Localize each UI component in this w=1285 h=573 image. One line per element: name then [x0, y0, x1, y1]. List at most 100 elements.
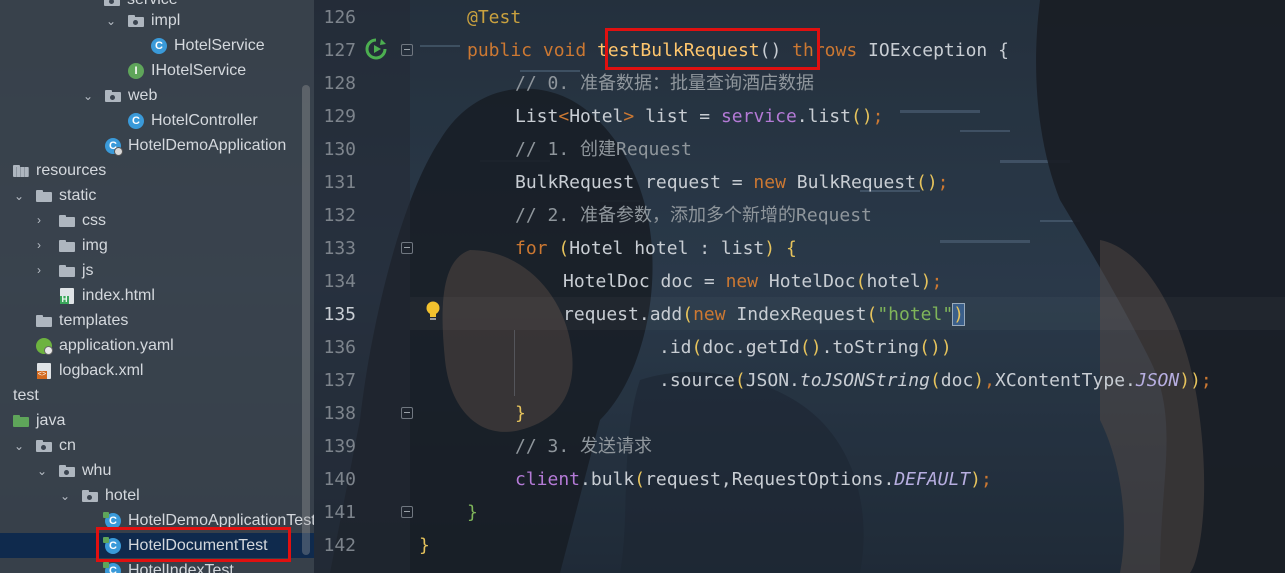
code-line-134[interactable]: HotelDoc doc = new HotelDoc(hotel); — [563, 265, 942, 298]
code-line-139[interactable]: // 3. 发送请求 — [515, 430, 652, 463]
chevron-down-icon[interactable]: ⌄ — [60, 490, 70, 502]
line-number: 131 — [323, 172, 356, 193]
parens-token: ) — [920, 271, 932, 292]
code-line-142[interactable]: } — [419, 529, 430, 562]
code-line-137[interactable]: .source(JSON.toJSONString(doc),XContentT… — [659, 364, 1212, 397]
tree-item-java[interactable]: java — [0, 408, 314, 433]
tree-item-index-html[interactable]: H index.html — [0, 283, 314, 308]
line-number: 127 — [323, 40, 356, 61]
code-line-138[interactable]: } — [515, 397, 526, 430]
chevron-down-icon[interactable]: ⌄ — [14, 190, 24, 202]
code-line-126[interactable]: @Test — [467, 1, 521, 34]
tree-item-static[interactable]: ⌄ static — [0, 183, 314, 208]
parens-token: ) — [973, 370, 985, 391]
highlight-box-hoteldocumenttest — [96, 527, 291, 562]
code-token: HotelDoc doc = — [563, 271, 726, 292]
chevron-right-icon[interactable]: › — [37, 264, 47, 276]
fold-toggle-icon[interactable] — [401, 242, 413, 254]
parens-token: ) — [764, 238, 776, 259]
fold-toggle-icon[interactable] — [401, 407, 413, 419]
fold-toggle-icon[interactable] — [401, 44, 413, 56]
type-token: Hotel — [569, 106, 624, 127]
tree-item-templates[interactable]: templates — [0, 308, 314, 333]
tree-scrollbar[interactable] — [302, 85, 310, 555]
tree-item-img[interactable]: › img — [0, 233, 314, 258]
code-line-130[interactable]: // 1. 创建Request — [515, 133, 692, 166]
method-call-token: .source — [659, 370, 735, 391]
run-test-icon[interactable] — [364, 38, 388, 60]
generic-bracket-token: > — [623, 106, 635, 127]
code-token: hotel — [866, 271, 921, 292]
tree-item-css[interactable]: › css — [0, 208, 314, 233]
spring-config-icon — [36, 338, 53, 355]
parens-token: ( — [547, 238, 570, 259]
code-line-140[interactable]: client.bulk(request,RequestOptions.DEFAU… — [515, 463, 992, 496]
code-line-136[interactable]: .id(doc.getId().toString()) — [659, 331, 952, 364]
package-icon — [36, 440, 52, 452]
code-token: doc — [940, 370, 974, 391]
tree-item-resources[interactable]: resources — [0, 158, 314, 183]
tree-item-hotelcontroller[interactable]: C HotelController — [0, 108, 314, 133]
tree-item-js[interactable]: › js — [0, 258, 314, 283]
tree-item-label: web — [128, 87, 158, 104]
constant-token: DEFAULT — [894, 469, 971, 490]
tree-item-label: test — [13, 387, 39, 404]
chevron-right-icon[interactable]: › — [37, 214, 47, 226]
class-icon: C — [151, 38, 167, 54]
tree-item-label: logback.xml — [59, 362, 144, 379]
type-token: IOException — [868, 40, 988, 61]
string-token: "hotel" — [877, 304, 954, 325]
tree-item-label: static — [59, 187, 97, 204]
tree-item-whu[interactable]: ⌄ whu — [0, 458, 314, 483]
class-icon: C — [128, 113, 144, 129]
code-line-128[interactable]: // 0. 准备数据：批量查询酒店数据 — [515, 67, 814, 100]
code-line-131[interactable]: BulkRequest request = new BulkRequest(); — [515, 166, 949, 199]
lightbulb-icon[interactable] — [424, 300, 442, 322]
line-number: 136 — [323, 337, 356, 358]
tree-item-label: img — [82, 237, 108, 254]
tree-item-hotel[interactable]: ⌄ hotel — [0, 483, 314, 508]
code-line-133[interactable]: for (Hotel hotel : list) { — [515, 232, 797, 265]
tree-item-label: hotel — [105, 487, 140, 504]
chevron-down-icon[interactable]: ⌄ — [106, 15, 116, 27]
tree-item-hoteldemoapplication[interactable]: C HotelDemoApplication — [0, 133, 314, 158]
code-line-129[interactable]: List<Hotel> list = service.list(); — [515, 100, 884, 133]
type-token: List — [515, 106, 559, 127]
indent-guide — [514, 330, 515, 396]
package-icon — [104, 0, 120, 6]
line-number: 126 — [323, 7, 356, 28]
code-line-141[interactable]: } — [467, 496, 478, 529]
line-number: 128 — [323, 73, 356, 94]
tree-item-label: IHotelService — [151, 62, 247, 79]
keyword-token: void — [542, 40, 587, 61]
line-number: 129 — [323, 106, 356, 127]
tree-item-label: HotelController — [151, 112, 258, 129]
chevron-down-icon[interactable]: ⌄ — [37, 465, 47, 477]
keyword-token: for — [515, 238, 548, 259]
chevron-down-icon[interactable]: ⌄ — [83, 90, 93, 102]
line-number: 130 — [323, 139, 356, 160]
tree-item-label: css — [82, 212, 106, 229]
chevron-down-icon[interactable]: ⌄ — [14, 440, 24, 452]
static-method-token: toJSONString — [799, 370, 930, 391]
tree-item-cn[interactable]: ⌄ cn — [0, 433, 314, 458]
code-line-135[interactable]: request.add(new IndexRequest("hotel") — [563, 298, 966, 331]
fold-toggle-icon[interactable] — [401, 506, 413, 518]
tree-item-application-yaml[interactable]: application.yaml — [0, 333, 314, 358]
tree-item-impl[interactable]: ⌄ impl — [0, 8, 314, 33]
tree-item-hotelservice[interactable]: C HotelService — [0, 33, 314, 58]
chevron-right-icon[interactable]: › — [37, 239, 47, 251]
method-call-token: .list — [796, 106, 851, 127]
tree-item-web[interactable]: ⌄ web — [0, 83, 314, 108]
code-editor[interactable]: 126 127 128 129 130 131 132 133 134 135 … — [314, 0, 1285, 573]
tree-item-logback-xml[interactable]: <> logback.xml — [0, 358, 314, 383]
tree-item-label: java — [36, 412, 66, 429]
tree-item-test[interactable]: test — [0, 383, 314, 408]
tree-item-ihotelservice[interactable]: I IHotelService — [0, 58, 314, 83]
parens-token: )) — [1179, 370, 1201, 391]
package-icon — [105, 90, 121, 102]
folder-icon — [59, 215, 75, 227]
keyword-token: new — [693, 304, 726, 325]
code-line-132[interactable]: // 2. 准备参数，添加多个新增的Request — [515, 199, 872, 232]
parens-token: ( — [866, 304, 878, 325]
